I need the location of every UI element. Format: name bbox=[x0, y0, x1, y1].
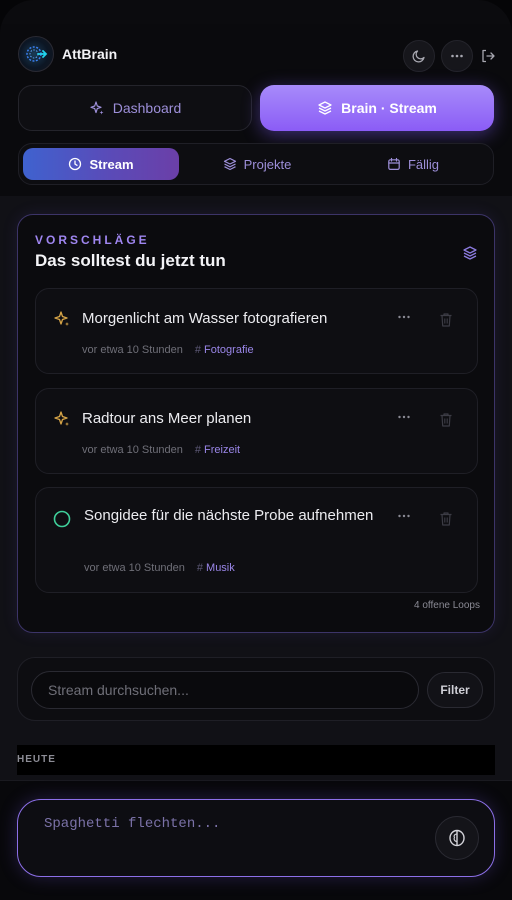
mode-dashboard-button[interactable]: Dashboard bbox=[18, 85, 252, 131]
suggestion-title: Radtour ans Meer planen bbox=[82, 410, 252, 427]
suggestion-tag[interactable]: # Freizeit bbox=[195, 444, 240, 456]
suggestion-meta: vor etwa 10 Stunden # Freizeit bbox=[82, 444, 240, 456]
clock-icon bbox=[68, 157, 82, 171]
item-delete-button[interactable] bbox=[438, 311, 454, 329]
suggestion-tag[interactable]: # Musik bbox=[197, 562, 235, 574]
main-content: VORSCHLÄGE Das solltest du jetzt tun Mor bbox=[0, 196, 512, 780]
layers-icon bbox=[317, 100, 333, 116]
suggestion-time: vor etwa 10 Stunden bbox=[82, 444, 183, 456]
mode-brain-stream-label: Brain · Stream bbox=[341, 100, 437, 116]
trash-icon bbox=[440, 512, 452, 526]
open-loops-count: 4 offene Loops bbox=[414, 600, 480, 611]
composer bbox=[17, 799, 495, 877]
tab-projekte-label: Projekte bbox=[243, 156, 292, 172]
suggestion-title: Morgenlicht am Wasser fotografieren bbox=[82, 310, 328, 327]
more-horizontal-icon bbox=[398, 415, 410, 419]
suggestion-meta: vor etwa 10 Stunden # Musik bbox=[84, 562, 235, 574]
more-horizontal-icon bbox=[398, 514, 410, 518]
tab-stream[interactable]: Stream bbox=[23, 148, 179, 180]
suggestion-tag-label: Fotografie bbox=[204, 344, 254, 356]
app-header: AttBrain Dashboard Brain · Stream Stream… bbox=[0, 24, 512, 196]
suggestion-tag-label: Musik bbox=[206, 562, 235, 574]
tab-faellig[interactable]: Fällig bbox=[335, 148, 491, 180]
sparkles-icon bbox=[52, 409, 72, 429]
hash-icon: # bbox=[194, 344, 202, 356]
brain-icon bbox=[449, 829, 465, 847]
brand[interactable]: AttBrain bbox=[18, 36, 117, 72]
suggestions-layers-button[interactable] bbox=[461, 244, 479, 262]
search-bar: Filter bbox=[17, 657, 495, 721]
subtab-bar: Stream Projekte Fällig bbox=[18, 143, 494, 185]
tab-stream-label: Stream bbox=[89, 156, 134, 172]
logout-button[interactable] bbox=[478, 46, 498, 66]
calendar-icon bbox=[387, 157, 401, 171]
stream-search-input[interactable] bbox=[31, 671, 419, 709]
suggestion-meta: vor etwa 10 Stunden # Fotografie bbox=[82, 344, 254, 356]
mode-dashboard-label: Dashboard bbox=[112, 100, 182, 116]
brain-submit-button[interactable] bbox=[435, 816, 479, 860]
trash-icon bbox=[440, 313, 452, 327]
hash-icon: # bbox=[194, 444, 202, 456]
suggestion-time: vor etwa 10 Stunden bbox=[84, 562, 185, 574]
app-root: AttBrain Dashboard Brain · Stream Stream… bbox=[0, 0, 512, 900]
theme-toggle-button[interactable] bbox=[403, 40, 435, 72]
suggestion-title: Songidee für die nächste Probe aufnehmen bbox=[84, 507, 374, 524]
more-menu-button[interactable] bbox=[441, 40, 473, 72]
section-today-label: HEUTE bbox=[17, 754, 56, 765]
item-more-button[interactable] bbox=[394, 407, 414, 427]
suggestions-title: Das solltest du jetzt tun bbox=[35, 251, 226, 270]
app-name: AttBrain bbox=[62, 46, 118, 62]
section-today: HEUTE bbox=[17, 745, 495, 775]
trash-icon bbox=[440, 413, 452, 427]
brain-logo-icon bbox=[18, 36, 54, 72]
sparkles-icon bbox=[89, 100, 105, 116]
layers-icon bbox=[463, 246, 477, 260]
suggestion-tag[interactable]: # Fotografie bbox=[195, 344, 254, 356]
composer-area bbox=[0, 780, 512, 900]
tab-faellig-label: Fällig bbox=[407, 156, 440, 172]
suggestions-eyebrow: VORSCHLÄGE bbox=[35, 233, 150, 247]
filter-button[interactable]: Filter bbox=[427, 672, 483, 708]
composer-input[interactable] bbox=[42, 812, 422, 836]
suggestion-item[interactable]: Morgenlicht am Wasser fotografieren vor … bbox=[35, 288, 478, 374]
item-delete-button[interactable] bbox=[438, 411, 454, 429]
suggestion-item[interactable]: Radtour ans Meer planen vor etwa 10 Stun… bbox=[35, 388, 478, 474]
item-more-button[interactable] bbox=[394, 307, 414, 327]
moon-icon bbox=[412, 50, 425, 63]
suggestion-time: vor etwa 10 Stunden bbox=[82, 344, 183, 356]
suggestion-item[interactable]: Songidee für die nächste Probe aufnehmen… bbox=[35, 487, 478, 593]
sparkles-icon bbox=[52, 309, 72, 329]
tab-projekte[interactable]: Projekte bbox=[179, 148, 335, 180]
more-horizontal-icon bbox=[451, 54, 463, 58]
circle-icon[interactable] bbox=[52, 509, 72, 529]
item-delete-button[interactable] bbox=[438, 510, 454, 528]
hash-icon: # bbox=[196, 562, 204, 574]
more-horizontal-icon bbox=[398, 315, 410, 319]
logout-icon bbox=[482, 49, 495, 63]
suggestions-card: VORSCHLÄGE Das solltest du jetzt tun Mor bbox=[17, 214, 495, 633]
layers-icon bbox=[223, 157, 237, 171]
suggestion-tag-label: Freizeit bbox=[204, 444, 241, 456]
item-more-button[interactable] bbox=[394, 506, 414, 526]
mode-brain-stream-button[interactable]: Brain · Stream bbox=[260, 85, 494, 131]
